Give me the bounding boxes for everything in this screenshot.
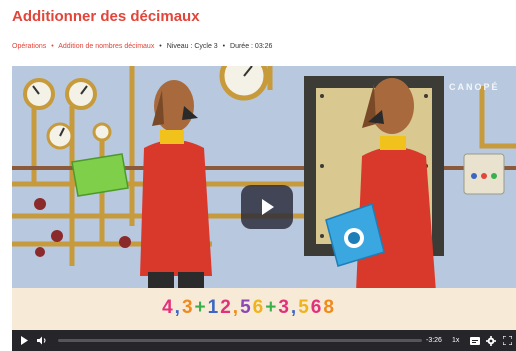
page-title: Additionner des décimaux (12, 8, 200, 25)
control-bar: -3:26 1x (12, 330, 516, 351)
formula-char: 6 (252, 297, 266, 318)
formula-char: 1 (207, 297, 221, 318)
time-remaining: -3:26 (426, 337, 442, 344)
big-play-button[interactable] (241, 185, 293, 229)
formula-char: 5 (240, 297, 253, 318)
fullscreen-icon (502, 336, 512, 345)
breadcrumb-link-addition[interactable]: Addition de nombres décimaux (58, 43, 154, 50)
formula-char: 3 (278, 297, 291, 318)
progress-bar[interactable] (58, 339, 422, 342)
control-light (491, 173, 497, 179)
page: Additionner des décimaux Opérations • Ad… (0, 0, 516, 351)
bullet-separator: • (159, 43, 162, 50)
duration-label: Durée : 03:26 (230, 43, 273, 50)
play-icon (262, 199, 274, 215)
formula-char: 3 (181, 297, 195, 318)
breadcrumb: Opérations • Addition de nombres décimau… (12, 43, 272, 50)
breadcrumb-link-operations[interactable]: Opérations (12, 43, 46, 50)
video-player[interactable]: CANOPÉ 4,3+12,56+3,568 -3:26 1x (12, 66, 516, 351)
formula-char: , (232, 297, 241, 318)
channel-watermark: CANOPÉ (449, 82, 500, 92)
volume-button[interactable] (34, 330, 50, 351)
formula-char: 4 (162, 297, 175, 318)
fullscreen-button[interactable] (500, 330, 514, 351)
formula-char: 6 (310, 297, 324, 318)
formula-char: 2 (220, 297, 233, 318)
gauge-icon (23, 78, 55, 110)
playback-rate-button[interactable]: 1x (452, 330, 459, 351)
formula-char: 5 (298, 297, 311, 318)
formula-char: + (265, 297, 279, 318)
bullet-separator: • (51, 43, 54, 50)
volume-icon (36, 336, 45, 345)
level-label: Niveau : Cycle 3 (166, 43, 218, 50)
play-button[interactable] (16, 330, 32, 351)
gauge-icon (219, 66, 269, 101)
settings-icon (486, 335, 496, 346)
gauge-icon (65, 78, 97, 110)
gauge-icon (92, 122, 112, 142)
play-icon (20, 336, 28, 345)
settings-button[interactable] (484, 330, 498, 351)
formula-char: , (174, 297, 182, 318)
control-light (481, 173, 487, 179)
formula-text: 4,3+12,56+3,568 (12, 297, 486, 319)
subtitles-button[interactable] (468, 330, 482, 351)
control-light (471, 173, 477, 179)
subtitles-icon (470, 336, 480, 345)
gauge-icon (46, 122, 74, 150)
formula-char: 8 (323, 297, 336, 318)
formula-char: + (194, 297, 208, 318)
bullet-separator: • (222, 43, 226, 50)
